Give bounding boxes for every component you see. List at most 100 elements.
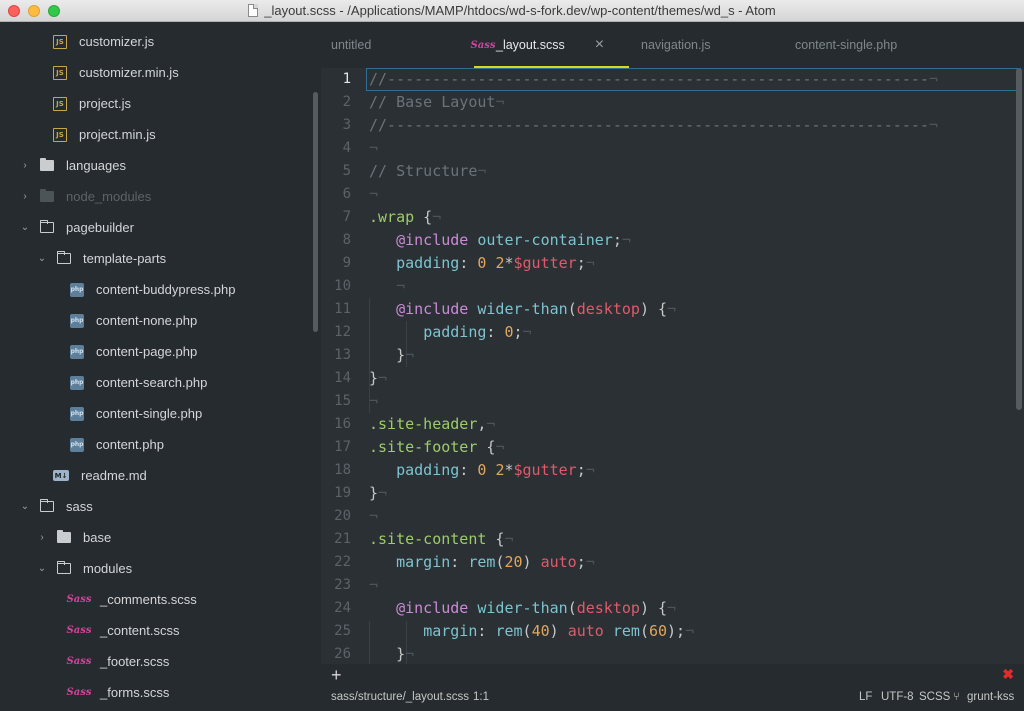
add-icon[interactable]: + [331,664,342,686]
line-number[interactable]: 8 [321,229,351,252]
code-line-10: ¬ [396,277,406,295]
line-number[interactable]: 12 [321,321,351,344]
chevron-right-icon[interactable]: › [20,191,30,202]
zoom-window-button[interactable] [48,5,60,17]
window-controls [8,5,60,17]
line-number[interactable]: 17 [321,436,351,459]
git-branch-icon: ⑂ [953,691,960,703]
tree-item-label: customizer.min.js [79,65,179,80]
chevron-right-icon[interactable]: › [37,532,47,543]
tree-item[interactable]: JS project.js [0,88,310,119]
chevron-down-icon[interactable]: ⌄ [37,563,47,574]
tree-item[interactable]: ⌄ template-parts [0,243,310,274]
tree-item-label: project.min.js [79,127,156,142]
chevron-down-icon[interactable]: ⌄ [20,501,30,512]
tree-item[interactable]: ⌄ pagebuilder [0,212,310,243]
code-line-6: ¬ [369,185,379,203]
minimize-window-button[interactable] [28,5,40,17]
php-file-icon: php [70,344,84,359]
line-number[interactable]: 26 [321,643,351,664]
code-line-12: padding: 0;¬ [423,323,532,341]
line-number[interactable]: 16 [321,413,351,436]
tree-item[interactable]: php content.php [0,429,310,460]
line-number[interactable]: 13 [321,344,351,367]
tree-item[interactable]: M↓ readme.md [0,460,310,491]
chevron-down-icon[interactable]: ⌄ [20,222,30,233]
tree-item-label: _content.scss [100,623,180,638]
line-number[interactable]: 15 [321,390,351,413]
status-line-ending[interactable]: LF [859,691,872,703]
tree-item-label: modules [83,561,133,576]
tree-scrollbar[interactable] [313,92,318,332]
error-icon[interactable]: ✖ [1002,666,1014,683]
tab-layout-scss[interactable]: Sass _layout.scss × [471,22,629,68]
tree-item-label: template-parts [83,251,167,266]
code-line-11: @include wider-than(desktop) {¬ [396,300,677,318]
code-line-24: @include wider-than(desktop) {¬ [396,599,677,617]
tree-item-label: content-none.php [96,313,198,328]
close-tab-icon[interactable]: × [595,36,604,54]
tree-item[interactable]: php content-buddypress.php [0,274,310,305]
tree-item-label: customizer.js [79,34,155,49]
tree-item[interactable]: › languages [0,150,310,181]
line-number[interactable]: 21 [321,528,351,551]
code-line-21: .site-content {¬ [369,530,514,548]
tree-item[interactable]: › base [0,522,310,553]
tree-item[interactable]: JS project.min.js [0,119,310,150]
editor-scrollbar[interactable] [1016,68,1022,410]
line-number[interactable]: 7 [321,206,351,229]
tree-item[interactable]: JS customizer.js [0,26,310,57]
tree-item[interactable]: ⌄ modules [0,553,310,584]
line-number[interactable]: 20 [321,505,351,528]
tab-content-single-php[interactable]: content-single.php [795,22,897,68]
tree-item[interactable]: Sass _footer.scss [0,646,310,677]
line-number[interactable]: 6 [321,183,351,206]
tree-item[interactable]: Sass _comments.scss [0,584,310,615]
tree-item[interactable]: ⌄ sass [0,491,310,522]
status-git-branch[interactable]: grunt-kss [967,691,1014,703]
sass-file-icon: Sass [66,687,92,698]
tab-navigation-js[interactable]: navigation.js [641,22,711,68]
tree-item-label: _forms.scss [100,685,170,700]
line-number[interactable]: 25 [321,620,351,643]
atom-window: _layout.scss - /Applications/MAMP/htdocs… [0,0,1024,711]
tree-item[interactable]: Sass _forms.scss [0,677,310,708]
tab-untitled[interactable]: untitled [331,22,371,68]
chevron-down-icon[interactable]: ⌄ [37,253,47,264]
status-grammar[interactable]: SCSS [919,691,950,703]
line-number[interactable]: 3 [321,114,351,137]
line-number-gutter[interactable]: 1 2 3 4 5 6 7 8 9 10 11 12 13 14 15 16 17 18 19 20 21 22 23 24 2… [321,68,364,664]
tab-bar: untitled Sass _layout.scss × navigation.… [321,22,1024,68]
line-number[interactable]: 24 [321,597,351,620]
line-number[interactable]: 23 [321,574,351,597]
tree-item-label: content.php [96,437,164,452]
tree-item[interactable]: php content-none.php [0,305,310,336]
line-number[interactable]: 5 [321,160,351,183]
line-number[interactable]: 11 [321,298,351,321]
tree-item-label: readme.md [81,468,147,483]
tree-item[interactable]: › node_modules [0,181,310,212]
line-number[interactable]: 4 [321,137,351,160]
status-cursor-position[interactable]: 1:1 [473,691,489,703]
tree-view[interactable]: JS customizer.js JS customizer.min.js JS proj… [0,22,321,711]
tree-item[interactable]: php content-single.php [0,398,310,429]
tree-item[interactable]: Sass _content.scss [0,615,310,646]
tree-item[interactable]: JS customizer.min.js [0,57,310,88]
line-number[interactable]: 10 [321,275,351,298]
line-number[interactable]: 19 [321,482,351,505]
status-file-path[interactable]: sass/structure/_layout.scss [331,691,469,703]
line-number[interactable]: 14 [321,367,351,390]
close-window-button[interactable] [8,5,20,17]
tab-label: navigation.js [641,38,711,52]
tree-item[interactable]: php content-page.php [0,336,310,367]
code-editor[interactable]: 1 2 3 4 5 6 7 8 9 10 11 12 13 14 15 16 17 18 19 20 21 22 23 24 2… [321,68,1024,664]
line-number[interactable]: 22 [321,551,351,574]
status-encoding[interactable]: UTF-8 [881,691,914,703]
document-icon [248,4,259,17]
line-number[interactable]: 9 [321,252,351,275]
line-number[interactable]: 1 [321,68,351,91]
tree-item[interactable]: php content-search.php [0,367,310,398]
line-number[interactable]: 18 [321,459,351,482]
chevron-right-icon[interactable]: › [20,160,30,171]
line-number[interactable]: 2 [321,91,351,114]
